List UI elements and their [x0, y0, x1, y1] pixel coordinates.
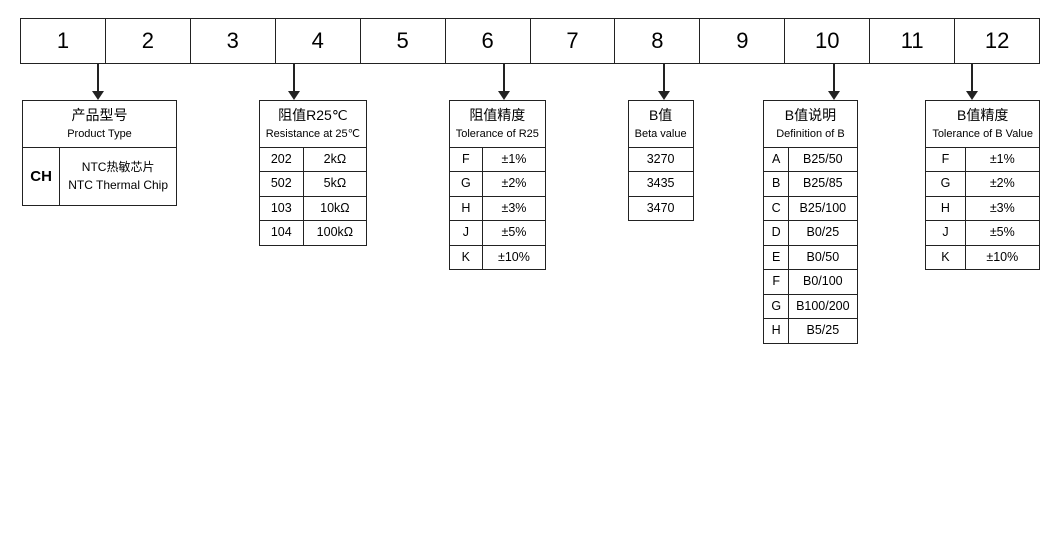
num-4: 4 — [276, 19, 361, 63]
beta-def-code-4: E — [764, 245, 789, 270]
num-7: 7 — [531, 19, 616, 63]
num-11: 11 — [870, 19, 955, 63]
beta-val-2: 3470 — [628, 196, 693, 221]
tol-r25-code-3: J — [449, 221, 482, 246]
tol-b-val-1: ±2% — [965, 172, 1039, 197]
beta-def-section: B值说明 Definition of B A B25/50 B B25/85 C… — [763, 100, 857, 344]
content-row: 产品型号 Product Type CH NTC热敏芯片 NTC Thermal… — [20, 100, 1040, 344]
beta-def-val-6: B100/200 — [789, 294, 858, 319]
tolerance-b-section: B值精度 Tolerance of B Value F ±1% G ±2% H … — [925, 100, 1040, 270]
res-val-0: 2kΩ — [303, 147, 366, 172]
tol-b-code-3: J — [926, 221, 965, 246]
product-header-en: Product Type — [29, 126, 170, 143]
res-code-1: 502 — [259, 172, 303, 197]
res-val-3: 100kΩ — [303, 221, 366, 246]
beta-def-code-2: C — [764, 196, 789, 221]
num-5: 5 — [361, 19, 446, 63]
beta-def-header-en: Definition of B — [770, 126, 850, 143]
beta-section: B值 Beta value 3270 3435 3470 — [628, 100, 694, 221]
res-code-2: 103 — [259, 196, 303, 221]
tol-b-val-4: ±10% — [965, 245, 1039, 270]
tolerance-r25-section: 阻值精度 Tolerance of R25 F ±1% G ±2% H ±3% … — [449, 100, 546, 270]
tol-r25-val-1: ±2% — [482, 172, 545, 197]
beta-def-code-7: H — [764, 319, 789, 344]
beta-def-val-3: B0/25 — [789, 221, 858, 246]
num-1: 1 — [21, 19, 106, 63]
num-2: 2 — [106, 19, 191, 63]
tol-b-code-4: K — [926, 245, 965, 270]
num-10: 10 — [785, 19, 870, 63]
beta-def-code-6: G — [764, 294, 789, 319]
beta-header-zh: B值 — [635, 105, 687, 126]
beta-def-val-2: B25/100 — [789, 196, 858, 221]
beta-def-code-0: A — [764, 147, 789, 172]
tol-r25-header-en: Tolerance of R25 — [456, 126, 539, 143]
tol-r25-code-0: F — [449, 147, 482, 172]
beta-def-header-zh: B值说明 — [770, 105, 850, 126]
tol-r25-code-2: H — [449, 196, 482, 221]
beta-def-val-5: B0/100 — [789, 270, 858, 295]
beta-def-val-4: B0/50 — [789, 245, 858, 270]
tol-b-code-0: F — [926, 147, 965, 172]
arrows-row — [20, 64, 1040, 100]
tol-r25-val-3: ±5% — [482, 221, 545, 246]
tol-r25-header-zh: 阻值精度 — [456, 105, 539, 126]
res-code-0: 202 — [259, 147, 303, 172]
beta-def-val-0: B25/50 — [789, 147, 858, 172]
product-value: NTC热敏芯片 NTC Thermal Chip — [60, 147, 177, 205]
num-3: 3 — [191, 19, 276, 63]
num-9: 9 — [700, 19, 785, 63]
tol-b-val-3: ±5% — [965, 221, 1039, 246]
beta-def-code-5: F — [764, 270, 789, 295]
resistance-header-zh: 阻值R25℃ — [266, 105, 360, 126]
tol-r25-code-1: G — [449, 172, 482, 197]
num-12: 12 — [955, 19, 1039, 63]
beta-val-0: 3270 — [628, 147, 693, 172]
number-row: 1 2 3 4 5 6 7 8 9 10 11 12 — [20, 18, 1040, 64]
tol-r25-code-4: K — [449, 245, 482, 270]
tol-r25-val-4: ±10% — [482, 245, 545, 270]
tol-b-code-2: H — [926, 196, 965, 221]
tol-r25-val-0: ±1% — [482, 147, 545, 172]
num-8: 8 — [615, 19, 700, 63]
beta-def-val-1: B25/85 — [789, 172, 858, 197]
tol-b-code-1: G — [926, 172, 965, 197]
tol-b-header-en: Tolerance of B Value — [932, 126, 1033, 143]
res-code-3: 104 — [259, 221, 303, 246]
resistance-section: 阻值R25℃ Resistance at 25℃ 202 2kΩ 502 5kΩ… — [259, 100, 367, 246]
product-section: 产品型号 Product Type CH NTC热敏芯片 NTC Thermal… — [22, 100, 177, 206]
beta-header-en: Beta value — [635, 126, 687, 143]
beta-def-code-3: D — [764, 221, 789, 246]
tol-b-val-2: ±3% — [965, 196, 1039, 221]
tol-b-header-zh: B值精度 — [932, 105, 1033, 126]
product-prefix: CH — [23, 147, 60, 205]
tol-b-val-0: ±1% — [965, 147, 1039, 172]
product-header-zh: 产品型号 — [29, 105, 170, 126]
resistance-header-en: Resistance at 25℃ — [266, 126, 360, 143]
beta-def-code-1: B — [764, 172, 789, 197]
beta-def-val-7: B5/25 — [789, 319, 858, 344]
num-6: 6 — [446, 19, 531, 63]
res-val-2: 10kΩ — [303, 196, 366, 221]
res-val-1: 5kΩ — [303, 172, 366, 197]
tol-r25-val-2: ±3% — [482, 196, 545, 221]
beta-val-1: 3435 — [628, 172, 693, 197]
